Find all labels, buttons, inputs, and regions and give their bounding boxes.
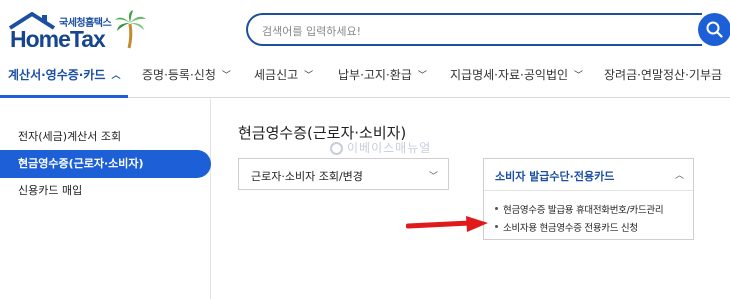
palm-tree-icon xyxy=(115,10,146,49)
panel-link-label: 소비자용 현금영수증 전용카드 신청 xyxy=(503,223,638,234)
search-placeholder: 검색어를 입력하세요! xyxy=(262,25,361,38)
nav-item-invoice-receipt-card[interactable]: 계산서·영수증·카드 ︿ xyxy=(8,60,120,98)
dropdown-label: 근로자·소비자 조회/변경 xyxy=(251,170,363,183)
nav-active-underline xyxy=(0,95,128,98)
chevron-up-icon: ︿ xyxy=(111,71,121,81)
logo-title: HomeTax xyxy=(10,26,106,52)
sidebar-item-label: 현금영수증(근로자·소비자) xyxy=(18,157,144,170)
sidebar-item-label: 신용카드 매입 xyxy=(18,184,83,197)
panel-header[interactable]: 소비자 발급수단·전용카드 ︿ xyxy=(484,159,693,191)
consumer-issuance-panel: 소비자 발급수단·전용카드 ︿ 현금영수증 발급용 휴대전화번호/카드관리 소비… xyxy=(483,158,694,240)
nav-item-label: 지급명세·자료·공익법인 xyxy=(450,68,569,82)
search-button[interactable] xyxy=(698,13,730,46)
panel-title: 소비자 발급수단·전용카드 xyxy=(495,170,615,183)
nav-item-payment[interactable]: 납부·고지·환급 ﹀ xyxy=(338,60,427,98)
chevron-down-icon: ﹀ xyxy=(428,172,438,182)
red-arrow-icon xyxy=(406,216,488,232)
worker-consumer-dropdown[interactable]: 근로자·소비자 조회/변경 ﹀ xyxy=(238,158,449,190)
nav-item-statement[interactable]: 지급명세·자료·공익법인 ﹀ xyxy=(450,60,583,98)
nav-item-incentive[interactable]: 장려금·연말정산·기부금 xyxy=(604,60,722,98)
watermark-logo-icon xyxy=(330,142,343,155)
hometax-logo[interactable]: 국세청홈택스 HomeTax xyxy=(8,10,148,52)
watermark-text: 이베이스매뉴얼 xyxy=(347,141,432,155)
nav-item-label: 납부·고지·환급 xyxy=(338,68,412,82)
chevron-down-icon: ﹀ xyxy=(304,71,314,81)
panel-link-label: 현금영수증 발급용 휴대전화번호/카드관리 xyxy=(503,205,664,216)
sidebar: 전자(세금)계산서 조회 현금영수증(근로자·소비자) 신용카드 매입 xyxy=(0,99,211,299)
sidebar-item-label: 전자(세금)계산서 조회 xyxy=(18,130,122,143)
main-nav: 계산서·영수증·카드 ︿ 증명·등록·신청 ﹀ 세금신고 ﹀ 납부·고지·환급 ﹀ 지급… xyxy=(0,60,730,98)
nav-item-label: 장려금·연말정산·기부금 xyxy=(604,68,723,82)
nav-item-tax-report[interactable]: 세금신고 ﹀ xyxy=(254,60,313,98)
watermark: 이베이스매뉴얼 xyxy=(330,139,431,156)
nav-item-certificate[interactable]: 증명·등록·신청 ﹀ xyxy=(142,60,231,98)
sidebar-item-cash-receipt[interactable]: 현금영수증(근로자·소비자) xyxy=(0,150,211,178)
sidebar-item-e-invoice[interactable]: 전자(세금)계산서 조회 xyxy=(0,123,211,151)
nav-item-label: 세금신고 xyxy=(254,68,299,82)
panel-link-phone-card-management[interactable]: 현금영수증 발급용 휴대전화번호/카드관리 xyxy=(495,202,664,216)
search-icon xyxy=(706,21,723,38)
nav-item-label: 증명·등록·신청 xyxy=(142,68,216,82)
chevron-up-icon: ︿ xyxy=(674,171,684,181)
bullet-icon xyxy=(495,207,498,210)
chevron-down-icon: ﹀ xyxy=(574,71,584,81)
chevron-down-icon: ﹀ xyxy=(417,71,427,81)
bullet-icon xyxy=(495,225,498,228)
header: 국세청홈택스 HomeTax 검색어를 입력하세요! xyxy=(0,0,730,60)
chevron-down-icon: ﹀ xyxy=(221,71,231,81)
panel-link-dedicated-card-apply[interactable]: 소비자용 현금영수증 전용카드 신청 xyxy=(495,220,638,234)
search-input[interactable]: 검색어를 입력하세요! xyxy=(246,13,702,46)
sidebar-item-credit-card[interactable]: 신용카드 매입 xyxy=(0,177,211,205)
nav-item-label: 계산서·영수증·카드 xyxy=(8,68,106,82)
